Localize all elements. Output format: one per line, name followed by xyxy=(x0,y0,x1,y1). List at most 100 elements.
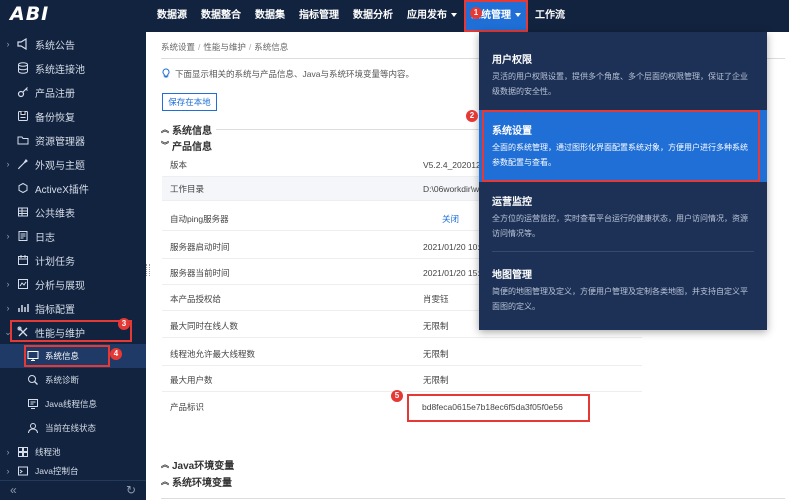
sidebar-item-activex-plugin[interactable]: ActiveX插件 xyxy=(0,176,146,200)
log-icon xyxy=(16,229,30,243)
step-badge-1: 1 xyxy=(470,7,482,19)
sidebar-item-label: 备份恢复 xyxy=(35,112,75,124)
breadcrumb-item[interactable]: 系统设置 xyxy=(161,42,195,52)
sidebar-item-label: 分析与展现 xyxy=(35,280,85,292)
sidebar-item-indicator-config[interactable]: › 指标配置 xyxy=(0,296,146,320)
sidebar-item-label: 系统连接池 xyxy=(35,64,85,76)
section-title: 系统信息 xyxy=(172,126,212,137)
menu-user-permissions[interactable]: 用户权限 灵活的用户权限设置，提供多个角度、多个层面的权限管理，保证了企业级数据… xyxy=(479,32,767,106)
chevrons-up-icon: ︽ xyxy=(161,477,169,486)
indicator-icon xyxy=(16,301,30,315)
sidebar-item-public-dimension[interactable]: 公共维表 xyxy=(0,200,146,224)
step-badge-5: 5 xyxy=(391,390,403,402)
sidebar-subitem-thread-pool[interactable]: › 线程池 xyxy=(0,440,146,464)
highlight-box-performance xyxy=(10,320,132,342)
sidebar-item-appearance-theme[interactable]: › 外观与主题 xyxy=(0,152,146,176)
sidebar-subitem-system-diagnosis[interactable]: 系统诊断 xyxy=(0,368,146,392)
chart-icon xyxy=(16,277,30,291)
chevrons-down-icon: ︾ xyxy=(161,141,169,150)
lightbulb-icon xyxy=(161,68,171,80)
save-local-button[interactable]: 保存在本地 xyxy=(162,93,217,111)
sidebar-subitem-online-status[interactable]: 当前在线状态 xyxy=(0,416,146,440)
row-key: 最大用户数 xyxy=(170,374,213,385)
sidebar: › 系统公告 系统连接池 产品注册 备份恢复 资源管理器 › 外观与主题 Act… xyxy=(0,32,146,500)
menu-operations-monitoring[interactable]: 运营监控 全方位的运营监控，实时查看平台运行的健康状态，用户访问情况，资源访问情… xyxy=(479,186,767,252)
row-key: 服务器当前时间 xyxy=(170,267,230,278)
sidebar-item-label: 系统公告 xyxy=(35,40,75,52)
sidebar-item-announcement[interactable]: › 系统公告 xyxy=(0,32,146,56)
sidebar-subitem-java-console[interactable]: › Java控制台 xyxy=(0,464,146,478)
collapse-sidebar-icon[interactable]: « xyxy=(10,483,17,497)
section-system-info[interactable]: ︽ 系统信息 xyxy=(161,122,212,137)
caret-down-icon xyxy=(451,13,457,18)
abi-logo[interactable]: ABI xyxy=(10,3,49,25)
row-key: 版本 xyxy=(170,159,188,170)
chevron-right-icon: › xyxy=(6,303,10,313)
sidebar-item-label: 指标配置 xyxy=(35,304,75,316)
row-key: 产品标识 xyxy=(170,402,205,412)
database-icon xyxy=(16,61,30,75)
sidebar-item-log[interactable]: › 日志 xyxy=(0,224,146,248)
thread-icon xyxy=(26,397,40,411)
menu-desc: 灵活的用户权限设置，提供多个角度、多个层面的权限管理，保证了企业级数据的安全性。 xyxy=(492,72,748,96)
refresh-icon[interactable]: ↻ xyxy=(126,483,136,497)
menu-title: 用户权限 xyxy=(492,55,532,66)
sidebar-item-product-registration[interactable]: 产品注册 xyxy=(0,80,146,104)
theme-icon xyxy=(16,157,30,171)
sidebar-subitem-label: Java控制台 xyxy=(35,466,79,476)
sidebar-subitem-label: 当前在线状态 xyxy=(45,423,97,433)
backup-icon xyxy=(16,109,30,123)
row-value: 无限制 xyxy=(423,348,449,359)
resize-handle[interactable] xyxy=(146,264,150,276)
top-navbar: ABI 数据源 数据整合 数据集 指标管理 数据分析 应用发布 系统管理 工作流 xyxy=(0,0,789,32)
chevron-right-icon: › xyxy=(6,279,10,289)
pool-icon xyxy=(16,445,30,459)
nav-dataset[interactable]: 数据集 xyxy=(248,0,292,32)
table-row: 最大用户数 无限制 xyxy=(162,368,642,392)
breadcrumb-item[interactable]: 性能与维护 xyxy=(203,42,246,52)
row-value: 2021/01/20 15: xyxy=(423,267,480,278)
table-row: 线程池允许最大线程数 无限制 xyxy=(162,342,642,366)
sidebar-item-label: 资源管理器 xyxy=(35,136,85,148)
section-product-info[interactable]: ︾ 产品信息 xyxy=(161,138,212,153)
chevron-right-icon: › xyxy=(6,466,10,476)
sidebar-item-label: 产品注册 xyxy=(35,88,75,100)
sidebar-item-backup-restore[interactable]: 备份恢复 xyxy=(0,104,146,128)
sidebar-item-resource-manager[interactable]: 资源管理器 xyxy=(0,128,146,152)
sidebar-item-scheduled-tasks[interactable]: 计划任务 xyxy=(0,248,146,272)
nav-indicator-management[interactable]: 指标管理 xyxy=(292,0,346,32)
menu-map-management[interactable]: 地图管理 简便的地图管理及定义，方便用户管理及定制各类地图，并支持自定义平面图的… xyxy=(479,256,767,326)
breadcrumb: 系统设置 / 性能与维护 / 系统信息 xyxy=(161,42,289,52)
section-java-env[interactable]: ︽ Java环境变量 xyxy=(161,457,234,472)
nav-app-publish-label: 应用发布 xyxy=(407,10,447,21)
megaphone-icon xyxy=(16,37,30,51)
auto-ping-toggle-link[interactable]: 关闭 xyxy=(442,213,459,225)
section-system-env[interactable]: ︽ 系统环境变量 xyxy=(161,474,232,489)
diagnose-icon xyxy=(26,373,40,387)
divider xyxy=(492,251,754,252)
sidebar-item-label: 公共维表 xyxy=(35,208,75,220)
menu-title: 地图管理 xyxy=(492,270,532,281)
row-key: 自动ping服务器 xyxy=(170,213,229,224)
calendar-icon xyxy=(16,253,30,267)
main-nav: 数据源 数据整合 数据集 指标管理 数据分析 应用发布 系统管理 工作流 xyxy=(150,0,572,32)
sidebar-item-connection-pool[interactable]: 系统连接池 xyxy=(0,56,146,80)
tip-text: 下面显示相关的系统与产品信息、Java与系统环境变量等内容。 xyxy=(175,69,414,79)
row-key: 本产品授权给 xyxy=(170,293,222,304)
section-title: 系统环境变量 xyxy=(172,478,232,489)
nav-workflow[interactable]: 工作流 xyxy=(528,0,572,32)
sidebar-subitem-java-thread-info[interactable]: Java线程信息 xyxy=(0,392,146,416)
nav-data-analysis[interactable]: 数据分析 xyxy=(346,0,400,32)
row-key: 线程池允许最大线程数 xyxy=(170,348,256,359)
nav-data-integration[interactable]: 数据整合 xyxy=(194,0,248,32)
chevron-right-icon: › xyxy=(6,231,10,241)
breadcrumb-item: 系统信息 xyxy=(254,42,289,52)
row-value: V5.2.4_2020121 xyxy=(423,159,486,170)
step-badge-2: 2 xyxy=(466,110,478,122)
chevron-right-icon: › xyxy=(6,447,10,457)
nav-app-publish[interactable]: 应用发布 xyxy=(400,0,464,32)
nav-datasource[interactable]: 数据源 xyxy=(150,0,194,32)
info-tip: 下面显示相关的系统与产品信息、Java与系统环境变量等内容。 xyxy=(161,68,414,80)
row-key: 服务器启动时间 xyxy=(170,241,230,252)
sidebar-item-analysis-display[interactable]: › 分析与展现 xyxy=(0,272,146,296)
